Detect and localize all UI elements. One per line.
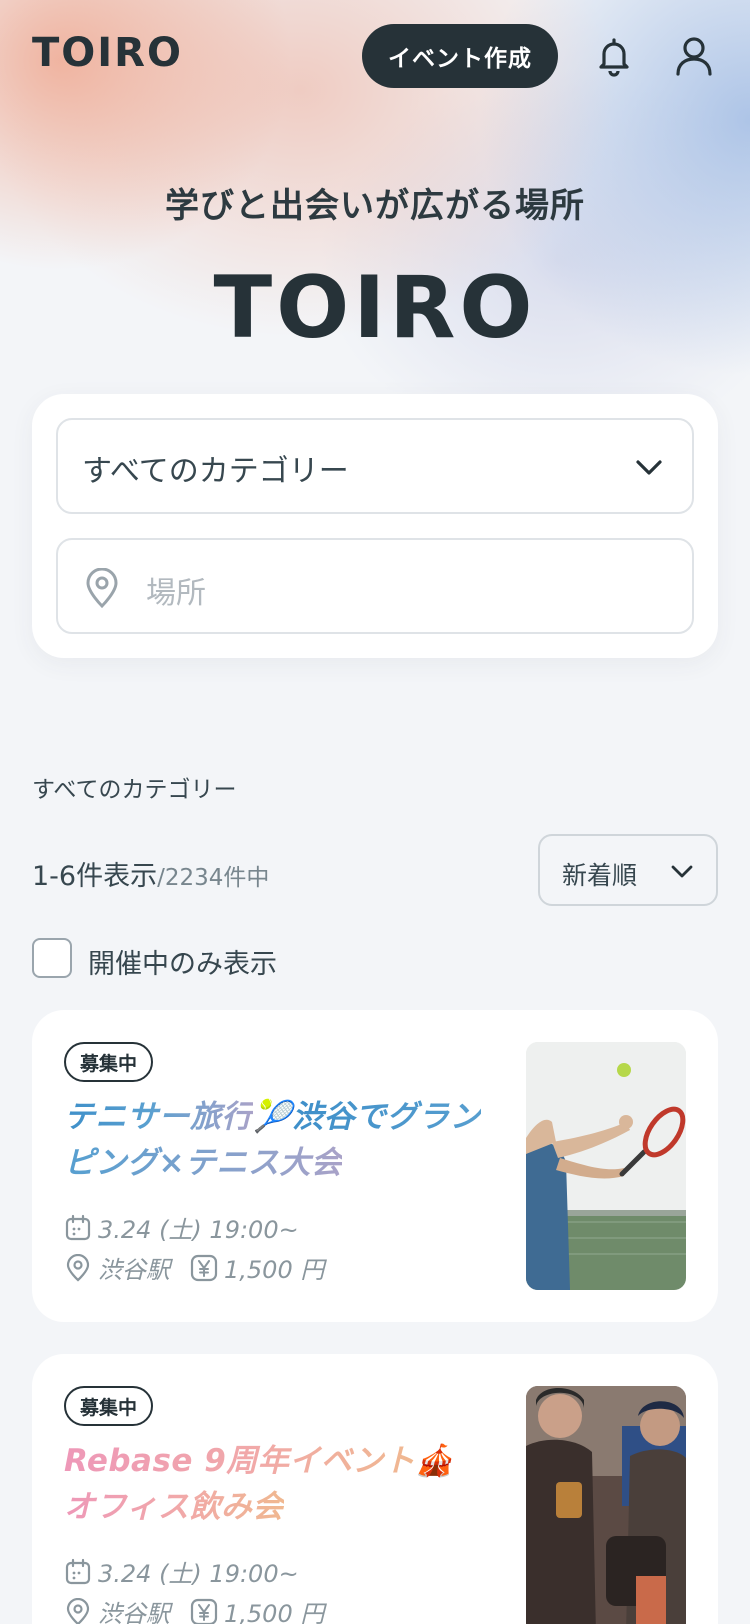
calendar-icon bbox=[65, 1214, 91, 1240]
event-card[interactable]: 募集中 Rebase 9周年イベント🎪 オフィス飲み会 3.24 (土) 19:0… bbox=[32, 1354, 718, 1624]
place-input-placeholder: 場所 bbox=[146, 576, 206, 611]
event-title[interactable]: テニサー旅行🎾渋谷でグランピング×テニス大会 bbox=[64, 1094, 484, 1186]
event-title-text: テニサー旅行 bbox=[64, 1099, 253, 1135]
tennis-emoji-icon: 🎾 bbox=[253, 1099, 293, 1135]
category-caption: すべてのカテゴリー bbox=[32, 777, 237, 803]
result-count: 1-6件表示/2234件中 bbox=[32, 854, 269, 893]
event-thumbnail[interactable] bbox=[526, 1042, 686, 1290]
event-date: 3.24 (土) 19:00~ bbox=[98, 1216, 299, 1244]
category-select-value: すべてのカテゴリー bbox=[82, 454, 349, 489]
event-thumbnail[interactable] bbox=[526, 1386, 686, 1624]
event-place: 渋谷駅 bbox=[98, 1600, 170, 1624]
event-title-text: Rebase 9周年イベント bbox=[64, 1443, 416, 1479]
event-price: 1,500 円 bbox=[224, 1256, 325, 1284]
status-badge: 募集中 bbox=[64, 1042, 154, 1082]
event-title[interactable]: Rebase 9周年イベント🎪 オフィス飲み会 bbox=[64, 1438, 484, 1530]
hero-title: TOIRO bbox=[213, 258, 537, 358]
logo[interactable]: TOIRO bbox=[32, 30, 183, 76]
bell-icon[interactable] bbox=[592, 34, 636, 78]
event-place-row: 渋谷駅 1,500 円 bbox=[64, 1250, 324, 1285]
calendar-icon bbox=[65, 1558, 91, 1584]
event-date-row: 3.24 (土) 19:00~ bbox=[64, 1554, 299, 1589]
location-pin-icon bbox=[66, 1253, 90, 1281]
event-place-row: 渋谷駅 1,500 円 bbox=[64, 1594, 324, 1624]
chevron-down-icon bbox=[671, 865, 693, 878]
page: TOIRO イベント作成 学びと出会いが広がる場所 TOIRO すべてのカテゴリ… bbox=[0, 0, 750, 1624]
status-badge: 募集中 bbox=[64, 1386, 154, 1426]
event-date: 3.24 (土) 19:00~ bbox=[98, 1560, 299, 1588]
event-date-row: 3.24 (土) 19:00~ bbox=[64, 1210, 299, 1245]
sort-select-value: 新着順 bbox=[562, 861, 638, 890]
create-event-button[interactable]: イベント作成 bbox=[362, 24, 558, 88]
sort-select[interactable]: 新着順 bbox=[538, 834, 718, 906]
chevron-down-icon bbox=[636, 460, 662, 475]
event-place: 渋谷駅 bbox=[98, 1256, 170, 1284]
event-card[interactable]: 募集中 テニサー旅行🎾渋谷でグランピング×テニス大会 3.24 (土) 19:0… bbox=[32, 1010, 718, 1322]
event-title-text-cont: オフィス飲み会 bbox=[64, 1489, 284, 1525]
place-input[interactable]: 場所 bbox=[56, 538, 694, 634]
yen-icon bbox=[190, 1254, 218, 1281]
event-price: 1,500 円 bbox=[224, 1600, 325, 1624]
header: TOIRO イベント作成 bbox=[0, 0, 750, 112]
result-count-total: /2234件中 bbox=[157, 865, 270, 891]
user-icon[interactable] bbox=[672, 34, 716, 78]
tagline: 学びと出会いが広がる場所 bbox=[165, 186, 585, 226]
ongoing-checkbox[interactable] bbox=[32, 938, 72, 978]
circus-tent-emoji-icon: 🎪 bbox=[415, 1443, 455, 1479]
category-select[interactable]: すべてのカテゴリー bbox=[56, 418, 694, 514]
yen-icon bbox=[190, 1598, 218, 1624]
search-card: すべてのカテゴリー 場所 bbox=[32, 394, 718, 658]
location-pin-icon bbox=[86, 568, 118, 608]
ongoing-checkbox-label: 開催中のみ表示 bbox=[88, 949, 277, 980]
location-pin-icon bbox=[66, 1597, 90, 1624]
result-count-shown: 1-6件表示 bbox=[32, 861, 158, 892]
